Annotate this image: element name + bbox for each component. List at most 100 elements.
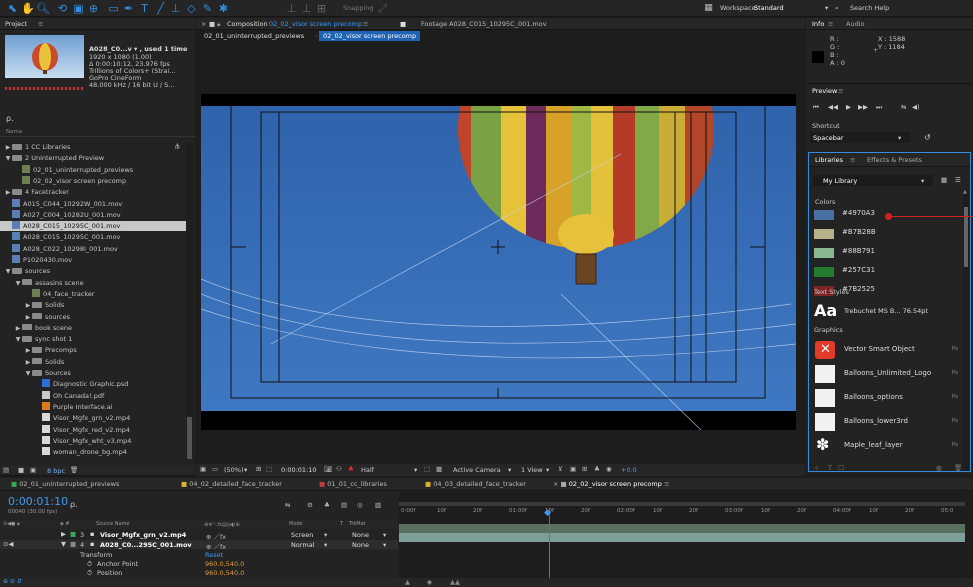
trash-icon[interactable]: 🗑︎ [70, 466, 78, 474]
composition-tab-label[interactable]: Composition [227, 20, 268, 28]
layer-name[interactable]: A028_C0...295C_001.mov [100, 541, 192, 549]
channel-icon[interactable]: ♣ [348, 465, 354, 473]
layer-label-color-icon[interactable]: ■ [70, 540, 76, 548]
project-tree-item[interactable]: Visor_Mgfx_wht_v3.mp4 [0, 435, 186, 446]
close-tab-icon[interactable]: × [201, 20, 206, 28]
add-text-icon[interactable]: T [828, 464, 832, 472]
snapping-icon[interactable]: ⤢ [376, 2, 389, 15]
layer-mode-dropdown[interactable]: Screen [291, 531, 313, 539]
layer-mode-dropdown[interactable]: Normal [291, 541, 315, 549]
library-graphic-item[interactable]: Balloons_options Ps [808, 388, 968, 408]
local-axis-icon[interactable]: ⊥ [285, 2, 298, 15]
project-tree-item[interactable]: ▼ sync shot 1 [0, 334, 186, 344]
breadcrumb-1[interactable]: 02_01_uninterrupted_previews [204, 32, 304, 40]
project-tree-item[interactable]: A027_C004_10282U_001.mov [0, 209, 186, 220]
mode-chevron-icon[interactable]: ▾ [324, 541, 327, 549]
timeline-timecode[interactable]: 0:00:01:10 [8, 495, 68, 508]
footage-tab[interactable]: Footage A028_C015_10295C_001.mov [421, 20, 547, 28]
project-tree-item[interactable]: Oh Canada!.pdf [0, 390, 186, 401]
visibility-icon[interactable]: ⊙◀︎ [3, 540, 13, 548]
layer-bar-4[interactable] [399, 533, 965, 542]
libraries-tab[interactable]: Libraries [815, 156, 843, 164]
hand-tool-icon[interactable]: ✋ [21, 2, 35, 15]
exposure-value[interactable]: +0.0 [621, 466, 637, 474]
position-value[interactable]: 960.0,540.0 [205, 569, 244, 577]
rotate-tool-icon[interactable]: ⟲ [56, 2, 69, 15]
camera-tool-icon[interactable]: ▣ [72, 2, 85, 15]
view-chevron-icon[interactable]: ▾ [546, 466, 549, 474]
project-tree-item[interactable]: A028_C015_10295C_001.mov [0, 232, 186, 242]
disclosure-triangle-icon[interactable]: ▶ [24, 346, 32, 356]
timeline-icon[interactable]: ⊞ [582, 465, 587, 473]
loop-icon[interactable]: ⇆ [901, 103, 906, 111]
layer-disclosure-icon[interactable]: ▼ [61, 540, 66, 548]
library-color-item[interactable]: #257C31 [808, 263, 968, 283]
disclosure-triangle-icon[interactable]: ▶ [24, 313, 32, 323]
camera-chevron-icon[interactable]: ▾ [508, 466, 511, 474]
toggle-pixel-icon[interactable]: ⊻ [558, 465, 563, 473]
project-tree-item[interactable]: ▶ sources [0, 312, 186, 322]
world-axis-icon[interactable]: ⊥ [300, 2, 313, 15]
project-tree-item[interactable]: ▼ 2 Uninterrupted Preview [0, 153, 186, 163]
disclosure-triangle-icon[interactable]: ▶ [4, 188, 12, 198]
disclosure-triangle-icon[interactable]: ▼ [4, 267, 12, 277]
layer-label-color-icon[interactable]: ■ [70, 530, 76, 538]
mode-chevron-icon[interactable]: ▾ [324, 531, 327, 539]
project-tree-item[interactable]: 02_01_uninterrupted_previews [0, 164, 186, 175]
workspace-value[interactable]: Standard [754, 4, 784, 12]
disclosure-triangle-icon[interactable]: ▼ [24, 369, 32, 379]
project-tree-item[interactable]: ▼ Sources [0, 368, 186, 378]
project-tree-item[interactable]: ▶ Solids [0, 300, 186, 310]
selection-tool-icon[interactable]: ⬉ [6, 2, 19, 15]
timeline-tab[interactable]: ■ 04_03_detailed_face_tracker [420, 478, 531, 491]
grid-view-icon[interactable]: ▦ [941, 176, 947, 184]
library-graphic-item[interactable]: ✽ Maple_leaf_layer Ps [808, 435, 968, 456]
project-tree-item[interactable]: Purple Interface.ai [0, 401, 186, 412]
timeline-layer-row[interactable]: ▶ ■ 3 ▪ Visor_Mgfx_grn_v2.mp4 ⊕ ／fx Screen ▾ Non… [0, 530, 398, 541]
tab-menu-icon[interactable]: ≡ [363, 20, 368, 28]
zoom-slider-icon[interactable]: ◆ [427, 578, 432, 586]
info-menu-icon[interactable]: ≡ [828, 20, 833, 28]
zoom-in-icon[interactable]: ▲▲ [450, 578, 460, 586]
library-color-item[interactable]: #B7B28B [808, 225, 968, 245]
time-ruler[interactable]: 0:00f 10f 20f 01:00f 10f 20f 02:00f 10f 20f 03:00… [399, 506, 965, 520]
next-frame-icon[interactable]: ▶︎▶︎ [858, 103, 868, 111]
project-tree-item[interactable]: ▶ 1 CC Libraries [0, 142, 186, 152]
project-tree-item[interactable]: A028_C015_10295C_001.mov [0, 221, 186, 232]
layer-name[interactable]: Visor_Mgfx_grn_v2.mp4 [100, 531, 186, 539]
magnification-dropdown[interactable]: (50%) [224, 466, 244, 474]
comp-viewer[interactable] [200, 9, 797, 431]
position-stopwatch-icon[interactable]: ⏱ [87, 569, 92, 578]
project-tree-item[interactable]: ▶ book scene [0, 323, 186, 333]
effects-presets-tab[interactable]: Effects & Presets [867, 156, 922, 164]
disclosure-triangle-icon[interactable]: ▼ [14, 279, 22, 289]
always-preview-icon[interactable]: ▣ [200, 465, 206, 473]
scroll-up-icon[interactable]: ▲ [963, 189, 967, 195]
grid-icon[interactable]: ⊞ [256, 465, 261, 473]
search-help-input[interactable]: Search Help [850, 4, 889, 12]
viewer-timecode[interactable]: 0:00:01:10 [281, 466, 317, 474]
flowchart-icon[interactable]: ♣ [594, 465, 600, 473]
brush-tool-icon[interactable]: ╱ [154, 2, 167, 15]
project-tree-item[interactable]: ▼ assasins scene [0, 278, 186, 288]
disclosure-triangle-icon[interactable]: ▶ [24, 358, 32, 368]
project-tree-item[interactable]: Diagnostic Graphic.psd [0, 379, 186, 389]
camera-dropdown[interactable]: Active Camera [453, 466, 501, 474]
trkmat-header[interactable]: TrkMat [349, 521, 366, 527]
layer-switches[interactable]: ⊕ ／fx [206, 541, 226, 551]
project-tree-item[interactable]: Visor_Mgfx_grn_v2.mp4 [0, 413, 186, 423]
lock-icon[interactable]: 🔒︎ [217, 20, 220, 29]
transform-reset[interactable]: Reset [205, 551, 223, 559]
add-content-icon[interactable]: ⊹ [814, 464, 819, 472]
exposure-icon[interactable]: ◉ [606, 465, 612, 473]
project-tree-item[interactable]: ▶ Precomps [0, 345, 186, 355]
frame-blend-icon[interactable]: ▤ [341, 501, 347, 509]
mask-icon[interactable]: ⬚ [266, 465, 272, 473]
project-tree-item[interactable]: P1020430.mov [0, 255, 186, 265]
graph-editor-icon[interactable]: ▧ [375, 501, 381, 509]
timeline-search-icon[interactable]: ρ. [70, 500, 78, 509]
disclosure-triangle-icon[interactable]: ▼ [4, 154, 12, 164]
draft-3d-icon[interactable]: ⚙ [307, 501, 313, 509]
timeline-tab[interactable]: ■ 01_01_cc_libraries [314, 478, 392, 491]
bpc-label[interactable]: 8 bpc [47, 467, 65, 475]
